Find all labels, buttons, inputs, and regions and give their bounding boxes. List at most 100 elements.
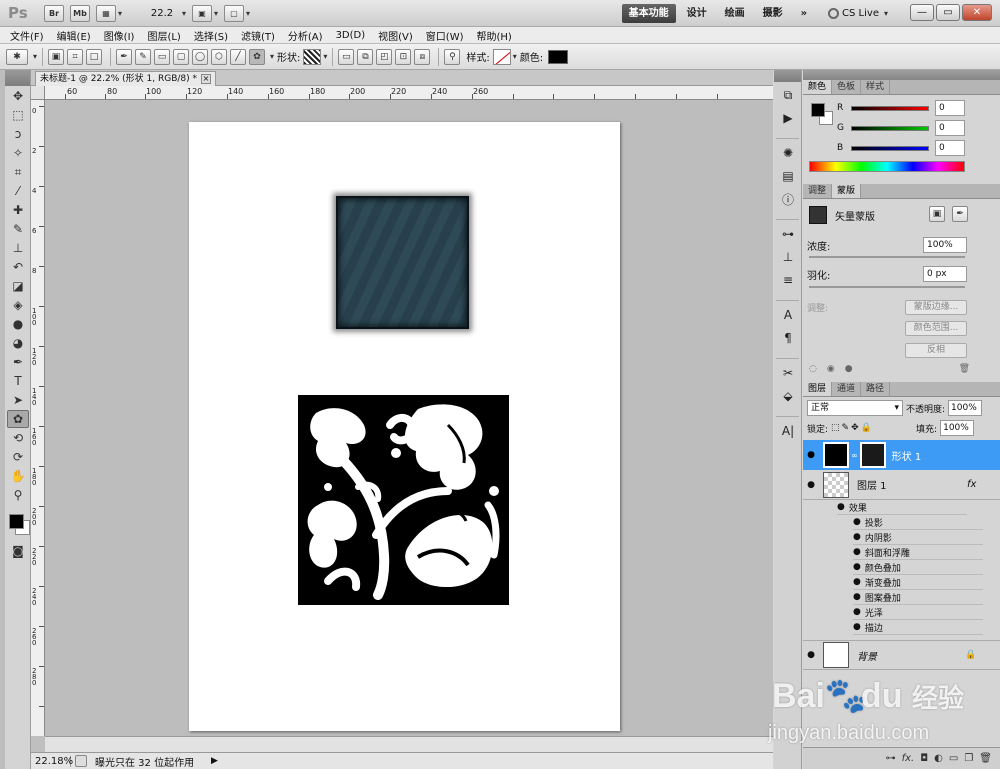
actions-panel-icon[interactable]: ▶ xyxy=(777,108,799,128)
effect-pattern-overlay[interactable]: ● 图案叠加 xyxy=(853,590,983,605)
panel-grip[interactable] xyxy=(803,70,1000,80)
toolbox-grip[interactable] xyxy=(5,70,30,86)
new-group-icon[interactable]: ▭ xyxy=(949,753,958,764)
document-info-icon[interactable] xyxy=(75,755,87,767)
add-mask-icon[interactable]: ◘ xyxy=(920,753,928,764)
opacity-input[interactable]: 100% xyxy=(948,400,983,416)
fx-badge[interactable]: fx xyxy=(967,479,976,490)
bridge-button[interactable]: Br xyxy=(44,4,64,22)
chevron-down-icon[interactable]: ▾ xyxy=(118,9,122,18)
density-slider[interactable] xyxy=(809,256,965,258)
fx-icon[interactable]: fx. xyxy=(902,753,915,764)
dodge-tool-icon[interactable]: ◕ xyxy=(7,334,29,352)
navigator-icon[interactable]: ▤ xyxy=(777,166,799,186)
effect-satin[interactable]: ● 光泽 xyxy=(853,605,983,620)
status-zoom[interactable]: 22.18% xyxy=(31,755,73,767)
3d-orbit-icon[interactable]: ⟳ xyxy=(7,448,29,466)
menu-select[interactable]: 选择(S) xyxy=(194,28,228,43)
paths-mode-button[interactable]: ⌗ xyxy=(67,48,84,65)
healing-brush-icon[interactable]: ✚ xyxy=(7,201,29,219)
eraser-tool-icon[interactable]: ◪ xyxy=(7,277,29,295)
workspace-photography[interactable]: 摄影 xyxy=(756,4,790,23)
vertical-ruler[interactable]: 0 2 4 6 8 1 0 0 1 2 0 1 4 0 1 6 0 1 8 0 … xyxy=(31,100,45,736)
arrange-documents-button[interactable]: ▣ xyxy=(192,4,213,22)
close-button[interactable]: ✕ xyxy=(962,4,992,21)
layer-row-shape-1[interactable]: ● ∞ 形状 1 xyxy=(803,440,1000,470)
custom-shape-tool-icon[interactable]: ✿ xyxy=(7,410,29,428)
freeform-pen-icon[interactable]: ✎ xyxy=(135,48,152,65)
red-slider[interactable] xyxy=(851,105,929,111)
vector-mask-button[interactable]: ✒ xyxy=(952,206,968,222)
effect-color-overlay[interactable]: ● 颜色叠加 xyxy=(853,560,983,575)
chevron-down-icon[interactable]: ▾ xyxy=(246,9,250,18)
workspace-essentials[interactable]: 基本功能 xyxy=(621,3,676,23)
blur-tool-icon[interactable]: ● xyxy=(7,315,29,333)
mini-bridge-button[interactable]: Mb xyxy=(70,4,90,22)
green-value-input[interactable]: 0 xyxy=(935,120,965,136)
tab-channels[interactable]: 通道 xyxy=(832,382,862,396)
apply-mask-icon[interactable]: ◉ xyxy=(827,364,835,374)
type-tool-icon[interactable]: T xyxy=(7,372,29,390)
new-layer-icon[interactable]: ❐ xyxy=(964,753,973,764)
eye-icon[interactable]: ● xyxy=(853,532,861,542)
character-styles-icon[interactable]: A| xyxy=(777,421,799,441)
trash-icon[interactable]: 🗑 xyxy=(979,753,992,764)
menu-window[interactable]: 窗口(W) xyxy=(426,28,464,43)
eye-icon[interactable]: ● xyxy=(853,592,861,602)
menu-edit[interactable]: 编辑(E) xyxy=(57,28,91,43)
ellipse-tool-icon[interactable]: ◯ xyxy=(192,48,209,65)
paragraph-panel-icon[interactable]: ¶ xyxy=(777,328,799,348)
history-brush-icon[interactable]: ↶ xyxy=(7,258,29,276)
document-tab[interactable]: 未标题-1 @ 22.2% (形状 1, RGB/8) * × xyxy=(35,71,216,86)
lasso-tool-icon[interactable]: ↄ xyxy=(7,125,29,143)
tool-presets-icon[interactable]: ≡ xyxy=(777,270,799,290)
mask-edge-button[interactable]: 蒙版边缘... xyxy=(905,300,967,315)
rounded-rectangle-icon[interactable]: ▢ xyxy=(173,48,190,65)
shape-picker[interactable] xyxy=(303,48,322,65)
link-style-icon[interactable]: ⚲ xyxy=(444,48,461,65)
cs-live-button[interactable]: CS Live ▾ xyxy=(828,7,888,19)
menu-analysis[interactable]: 分析(A) xyxy=(288,28,323,43)
blend-mode-select[interactable]: 正常 xyxy=(807,400,903,416)
eyedropper-icon[interactable]: ⁄ xyxy=(7,182,29,200)
tab-layers[interactable]: 图层 xyxy=(803,382,833,396)
eye-icon[interactable]: ● xyxy=(853,622,861,632)
menu-view[interactable]: 视图(V) xyxy=(378,28,413,43)
tab-adjustments[interactable]: 调整 xyxy=(803,184,833,198)
quick-selection-icon[interactable]: ✧ xyxy=(7,144,29,162)
workspace-design[interactable]: 设计 xyxy=(680,4,714,23)
horizontal-ruler[interactable]: 60 80 100 120 140 160 180 200 220 240 26… xyxy=(45,86,773,100)
minimize-button[interactable]: — xyxy=(910,4,934,21)
effect-inner-shadow[interactable]: ● 内阴影 xyxy=(853,530,983,545)
crop-tool-icon[interactable]: ⌗ xyxy=(7,163,29,181)
screen-mode-button[interactable]: ▢ xyxy=(224,4,245,22)
link-icon[interactable]: ∞ xyxy=(851,451,858,460)
move-tool-icon[interactable]: ✥ xyxy=(7,87,29,105)
brush-tool-icon[interactable]: ✎ xyxy=(7,220,29,238)
more-workspaces-button[interactable]: » xyxy=(794,4,814,23)
line-tool-icon[interactable]: ╱ xyxy=(230,48,247,65)
shape-layers-mode-button[interactable]: ▣ xyxy=(48,48,65,65)
chevron-down-icon[interactable]: ▾ xyxy=(323,52,327,61)
load-selection-icon[interactable]: ◌ xyxy=(809,364,817,374)
subtract-shape-button[interactable]: ◰ xyxy=(376,48,393,65)
tab-swatches[interactable]: 色板 xyxy=(832,80,862,94)
hand-tool-icon[interactable]: ✋ xyxy=(7,467,29,485)
shape-layer-square[interactable] xyxy=(336,196,469,329)
clone-source-icon[interactable]: ⊥ xyxy=(777,247,799,267)
character-panel-icon[interactable]: A xyxy=(777,305,799,325)
pixel-mask-button[interactable]: ▣ xyxy=(929,206,945,222)
link-layers-icon[interactable]: ⊶ xyxy=(886,753,896,764)
intersect-shape-button[interactable]: ⊡ xyxy=(395,48,412,65)
adjustment-layer-icon[interactable]: ◐ xyxy=(934,753,943,764)
foreground-color-swatch[interactable] xyxy=(811,103,825,117)
3d-panel-icon[interactable]: ✺ xyxy=(777,143,799,163)
effect-stroke[interactable]: ● 描边 xyxy=(853,620,983,635)
tab-paths[interactable]: 路径 xyxy=(861,382,891,396)
ruler-origin[interactable] xyxy=(31,86,45,100)
horizontal-scrollbar[interactable] xyxy=(45,736,773,752)
ornament-layer[interactable] xyxy=(298,395,509,605)
status-menu-arrow[interactable]: ▶ xyxy=(211,756,218,766)
history-panel-icon[interactable]: ⧉ xyxy=(777,85,799,105)
fill-pixels-mode-button[interactable]: □ xyxy=(86,48,103,65)
